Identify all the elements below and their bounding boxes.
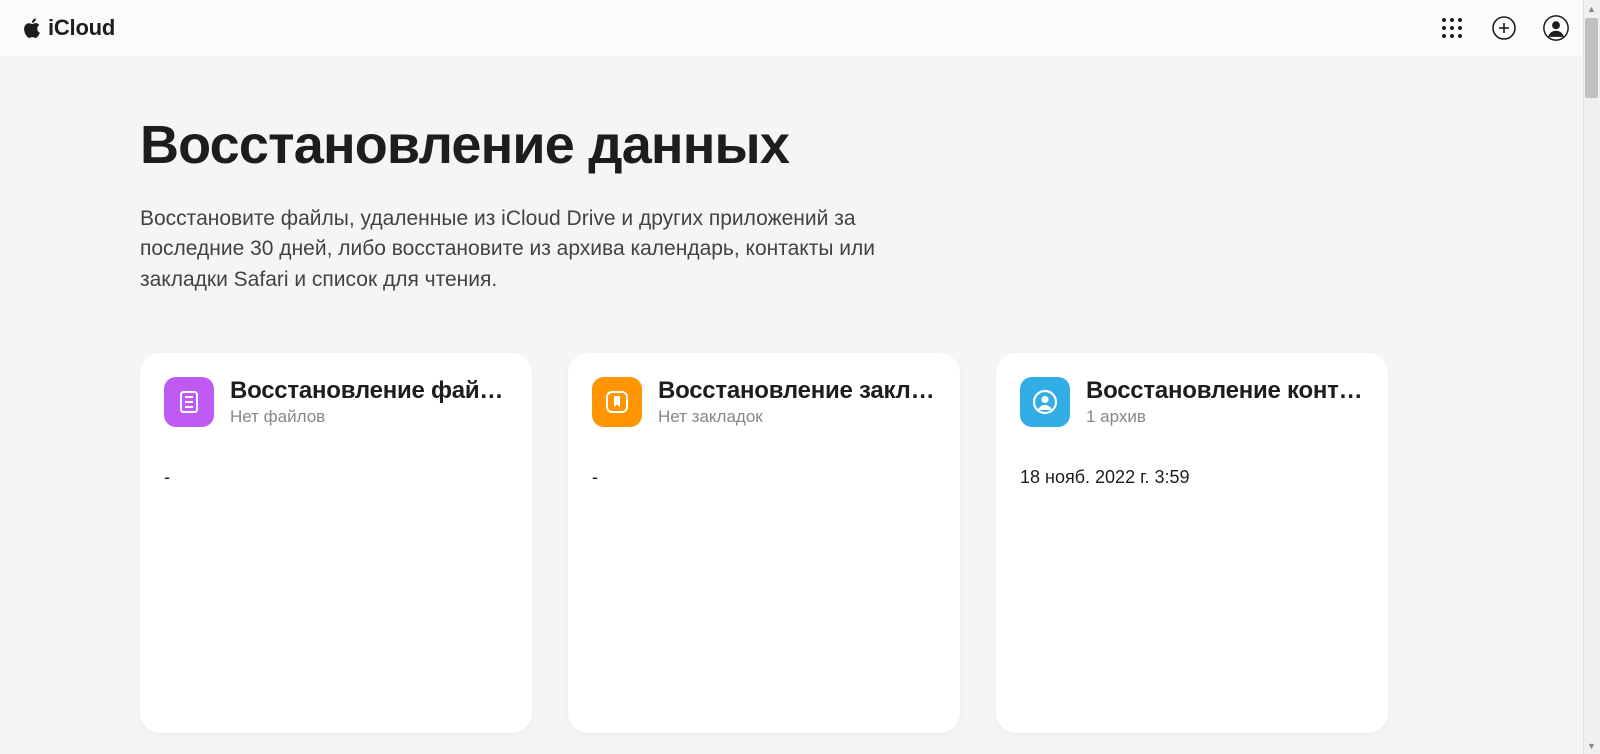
contacts-icon: [1020, 377, 1070, 427]
card-title: Восстановление конта…: [1086, 377, 1364, 405]
card-title-block: Восстановление закла… Нет закладок: [658, 377, 936, 427]
brand-container[interactable]: iCloud: [24, 15, 115, 41]
add-icon[interactable]: [1490, 14, 1518, 42]
card-body: 18 нояб. 2022 г. 3:59: [1020, 467, 1364, 488]
header: iCloud: [0, 0, 1600, 56]
page-title: Восстановление данных: [140, 114, 1443, 176]
card-title: Восстановление закла…: [658, 377, 936, 405]
apps-grid-icon[interactable]: [1438, 14, 1466, 42]
page-description: Восстановите файлы, удаленные из iCloud …: [140, 204, 880, 295]
scroll-up-icon[interactable]: ▲: [1583, 0, 1600, 17]
card-subtitle: Нет файлов: [230, 407, 508, 427]
account-icon[interactable]: [1542, 14, 1570, 42]
card-title: Восстановление файл…: [230, 377, 508, 405]
card-body: -: [592, 467, 936, 488]
card-subtitle: 1 архив: [1086, 407, 1364, 427]
card-restore-contacts[interactable]: Восстановление конта… 1 архив 18 нояб. 2…: [996, 353, 1388, 733]
scrollbar-thumb[interactable]: [1585, 18, 1598, 98]
card-body: -: [164, 467, 508, 488]
apple-logo-icon: [24, 17, 42, 39]
card-restore-files[interactable]: Восстановление файл… Нет файлов -: [140, 353, 532, 733]
brand-text: iCloud: [48, 15, 115, 41]
bookmarks-icon: [592, 377, 642, 427]
files-icon: [164, 377, 214, 427]
card-subtitle: Нет закладок: [658, 407, 936, 427]
card-header: Восстановление файл… Нет файлов: [164, 377, 508, 427]
scroll-down-icon[interactable]: ▼: [1583, 737, 1600, 754]
card-title-block: Восстановление конта… 1 архив: [1086, 377, 1364, 427]
card-restore-bookmarks[interactable]: Восстановление закла… Нет закладок -: [568, 353, 960, 733]
recovery-cards: Восстановление файл… Нет файлов - Восста…: [140, 353, 1443, 733]
card-header: Восстановление конта… 1 архив: [1020, 377, 1364, 427]
scrollbar[interactable]: ▲ ▼: [1583, 0, 1600, 754]
main-content: Восстановление данных Восстановите файлы…: [0, 56, 1583, 733]
card-header: Восстановление закла… Нет закладок: [592, 377, 936, 427]
card-title-block: Восстановление файл… Нет файлов: [230, 377, 508, 427]
header-actions: [1438, 14, 1570, 42]
